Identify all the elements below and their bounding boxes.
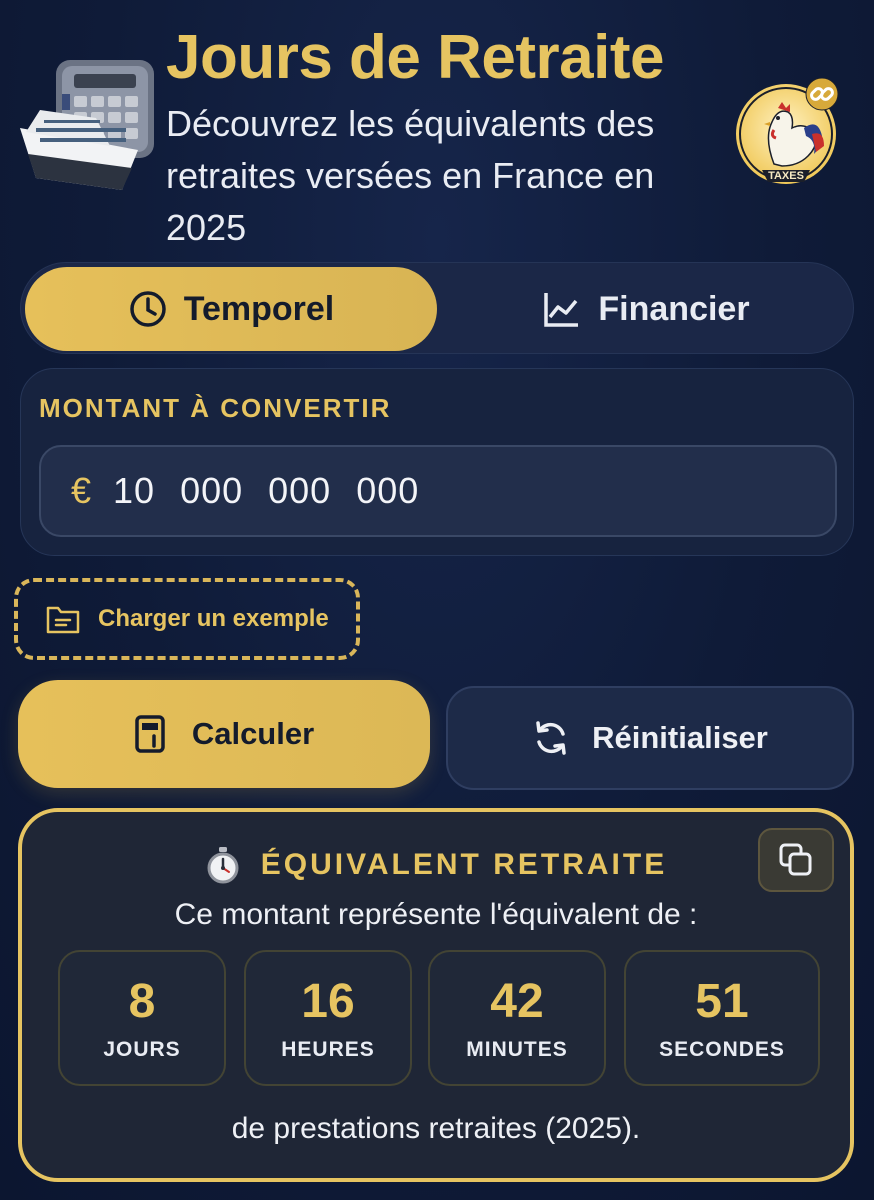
stopwatch-icon — [207, 847, 239, 884]
unit-seconds: 51 SECONDES — [624, 950, 820, 1086]
tab-label: Financier — [598, 289, 750, 328]
result-footer: de prestations retraites (2025). — [231, 1112, 641, 1145]
calculator-icon — [135, 715, 165, 753]
unit-label: SECONDES — [659, 1038, 785, 1061]
duration-units: 8 JOURS 16 HEURES 42 MINUTES 51 SECONDES — [58, 950, 822, 1086]
amount-input[interactable]: € 10 000 000 000 — [39, 445, 837, 537]
copy-button[interactable] — [758, 828, 834, 892]
calculate-button[interactable]: Calculer — [18, 680, 430, 788]
refresh-icon — [536, 721, 566, 755]
copy-icon — [779, 843, 812, 876]
taxes-badge[interactable]: TAXES — [734, 77, 842, 186]
unit-value: 51 — [695, 975, 749, 1028]
unit-label: MINUTES — [466, 1038, 568, 1061]
folder-icon — [46, 606, 80, 634]
unit-minutes: 42 MINUTES — [428, 950, 606, 1086]
unit-label: JOURS — [103, 1038, 181, 1061]
unit-label: HEURES — [281, 1038, 375, 1061]
clock-icon — [129, 291, 166, 327]
amount-value: 10 000 000 000 — [113, 470, 420, 511]
tab-temporel[interactable]: Temporel — [25, 267, 437, 351]
euro-icon: € — [71, 470, 92, 511]
amount-panel: MONTANT À CONVERTIR € 10 000 000 000 — [20, 368, 854, 556]
unit-value: 16 — [301, 975, 355, 1028]
tab-label: Temporel — [183, 289, 335, 328]
unit-hours: 16 HEURES — [244, 950, 412, 1086]
calculate-label: Calculer — [191, 716, 315, 751]
unit-days: 8 JOURS — [58, 950, 226, 1086]
page-title: Jours de Retraite — [166, 23, 665, 92]
load-example-button[interactable]: Charger un exemple — [14, 578, 360, 660]
result-title: ÉQUIVALENT RETRAITE — [260, 848, 668, 881]
badge-text: TAXES — [768, 170, 804, 182]
page-subtitle: Découvrez les équivalents des retraites … — [166, 103, 655, 248]
reset-label: Réinitialiser — [592, 720, 768, 755]
tab-financier[interactable]: Financier — [441, 267, 851, 351]
unit-value: 42 — [490, 975, 544, 1028]
mode-tabs: Temporel Financier — [20, 262, 854, 354]
reset-button[interactable]: Réinitialiser — [446, 686, 854, 790]
result-description: Ce montant représente l'équivalent de : — [174, 898, 698, 931]
amount-label: MONTANT À CONVERTIR — [39, 393, 392, 423]
unit-value: 8 — [128, 975, 156, 1028]
result-header: ÉQUIVALENT RETRAITE — [22, 846, 850, 884]
app-logo — [18, 58, 158, 198]
load-example-label: Charger un exemple — [98, 605, 329, 632]
chart-line-icon — [544, 293, 579, 327]
result-card: ÉQUIVALENT RETRAITE Ce montant représent… — [18, 808, 854, 1182]
